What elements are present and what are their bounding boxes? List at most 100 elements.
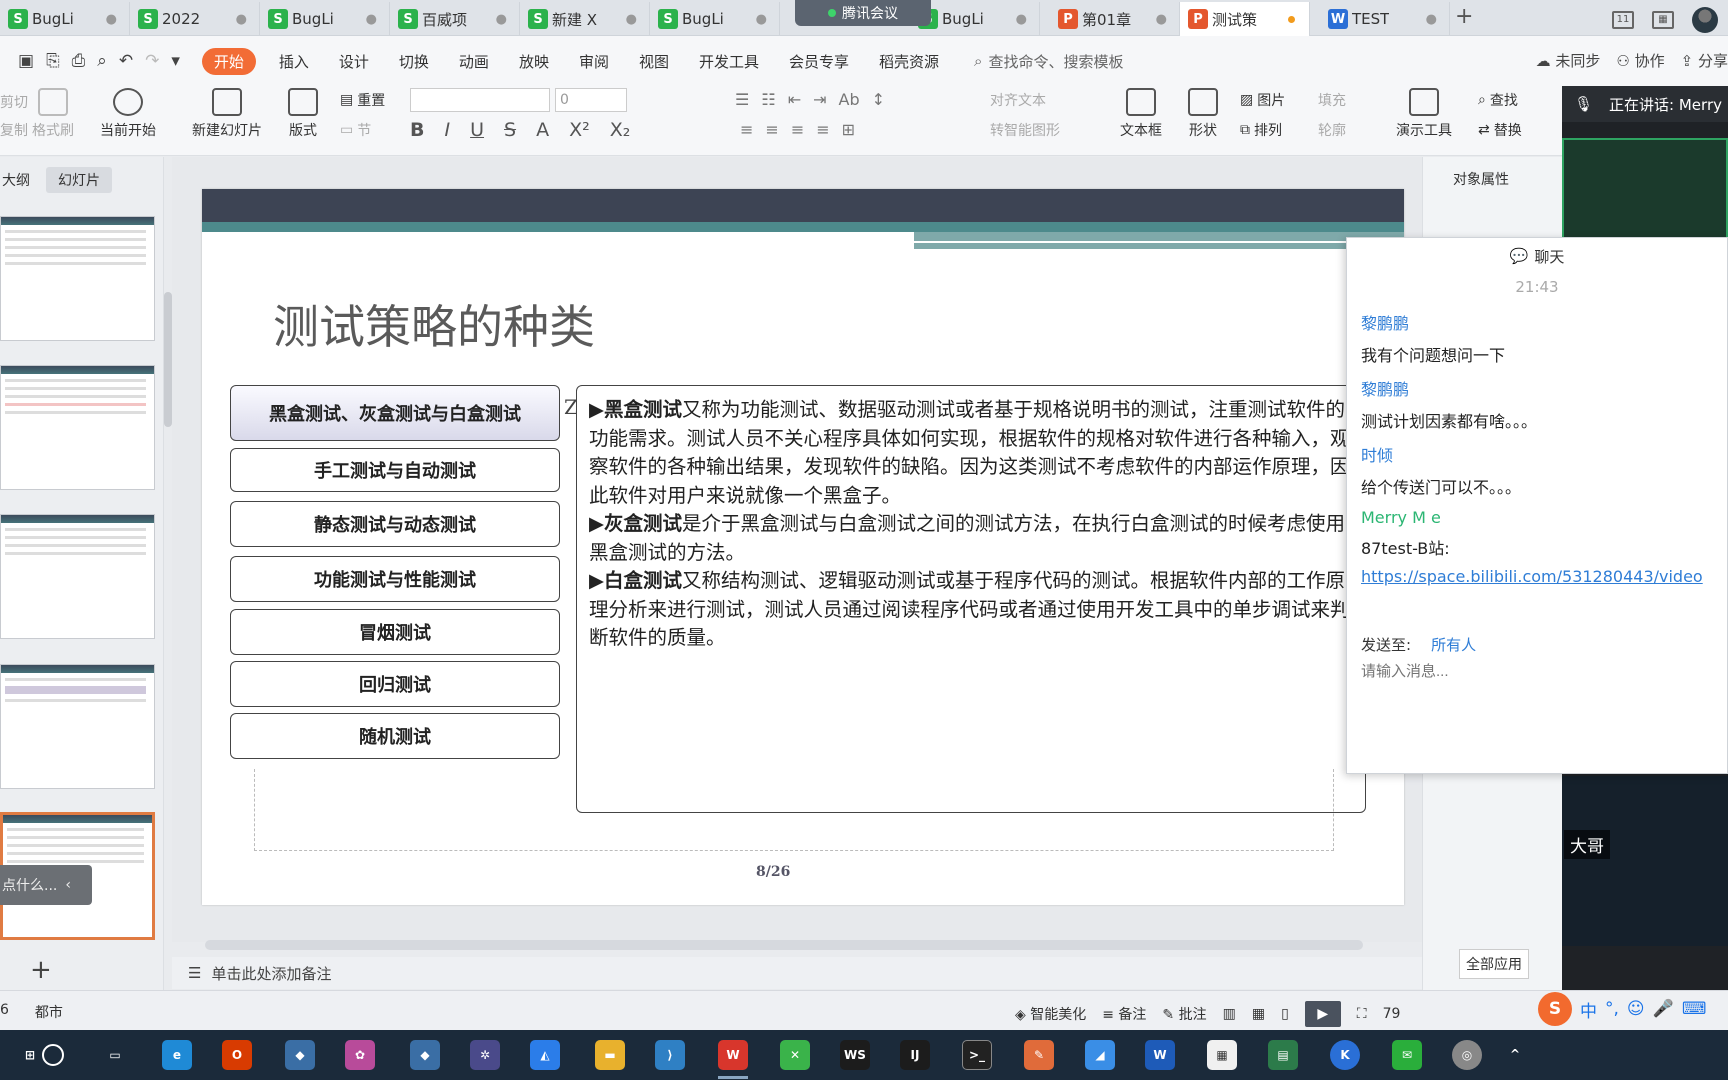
font-color-icon[interactable]: A — [536, 119, 549, 141]
video-tile[interactable] — [1562, 776, 1728, 946]
slide[interactable]: 测试策略的种类 黑盒测试、灰盒测试与白盒测试 手工测试与自动测试 静态测试与动态… — [202, 189, 1404, 905]
new-tab-button[interactable]: + — [1455, 4, 1473, 29]
document-tab[interactable]: S 百威项 ● — [390, 2, 520, 36]
wps-icon[interactable]: W — [718, 1040, 748, 1070]
slide-title[interactable]: 测试策略的种类 — [273, 291, 595, 357]
window-count-icon[interactable]: 11 — [1612, 11, 1634, 29]
document-tab[interactable]: SBugLi ● — [0, 2, 130, 36]
slide-thumbnail[interactable] — [0, 365, 155, 490]
align-right-icon[interactable]: ≡ — [791, 120, 804, 139]
paint-icon[interactable]: ✎ — [1024, 1040, 1054, 1070]
document-tab[interactable]: S 新建 X ● — [520, 2, 650, 36]
justify-icon[interactable]: ≡ — [816, 120, 829, 139]
apply-all-button[interactable]: 全部应用 — [1459, 949, 1529, 979]
feishu-icon[interactable]: ◢ — [1085, 1040, 1115, 1070]
chat-input[interactable] — [1361, 663, 1701, 680]
close-icon[interactable]: ● — [626, 12, 637, 27]
close-icon[interactable]: ● — [366, 12, 377, 27]
text-direction-icon[interactable]: Ab — [839, 90, 860, 109]
outline-button[interactable]: 轮廓 — [1318, 120, 1346, 140]
copy-button[interactable]: 复制 — [0, 120, 28, 140]
distribute-icon[interactable]: ⊞ — [842, 120, 855, 139]
align-text-button[interactable]: 对齐文本 — [990, 90, 1046, 110]
menu-review[interactable]: 审阅 — [564, 51, 624, 72]
recipient-select[interactable]: 所有人 — [1431, 636, 1476, 654]
reading-view-icon[interactable]: ▯ — [1281, 1006, 1289, 1022]
video-tile[interactable] — [1562, 138, 1728, 248]
export-pdf-icon[interactable]: ⎘ — [46, 51, 60, 71]
layout-button[interactable]: 版式 — [288, 88, 318, 140]
strikethrough-icon[interactable]: S — [504, 119, 516, 141]
terminal-icon[interactable]: >_ — [962, 1040, 992, 1070]
collaborate-button[interactable]: ⚇ 协作 — [1616, 50, 1664, 71]
menu-animation[interactable]: 动画 — [444, 51, 504, 72]
avatar[interactable] — [1692, 7, 1718, 33]
strategy-option[interactable]: 静态测试与动态测试 — [230, 501, 560, 547]
document-tab[interactable]: SBugLi ● — [260, 2, 390, 36]
notes-area[interactable]: ☰ 单击此处添加备注 — [172, 957, 1422, 989]
object-properties-title[interactable]: 对象属性 — [1453, 169, 1509, 189]
redo-icon[interactable]: ↷ — [145, 51, 159, 71]
notepad-icon[interactable]: ▤ — [1268, 1040, 1298, 1070]
bold-icon[interactable]: B — [410, 119, 424, 141]
menu-transition[interactable]: 切换 — [384, 51, 444, 72]
content-textbox[interactable]: ▶黑盒测试又称为功能测试、数据驱动测试或者基于规格说明书的测试，注重测试软件的功… — [576, 385, 1366, 813]
bullets-icon[interactable]: ☰ — [735, 90, 749, 109]
wechat-icon[interactable]: ✉ — [1392, 1040, 1422, 1070]
arrange-button[interactable]: ⧉ 排列 — [1240, 120, 1282, 140]
fill-button[interactable]: 填充 — [1318, 90, 1346, 110]
close-icon[interactable]: ● — [1016, 12, 1027, 27]
tab-outline[interactable]: 大纲 — [2, 170, 30, 190]
start-icon[interactable]: ⊞ — [15, 1040, 45, 1070]
superscript-icon[interactable]: X² — [569, 119, 590, 141]
strategy-option[interactable]: 随机测试 — [230, 713, 560, 759]
replace-button[interactable]: ⇄ 替换 — [1478, 120, 1522, 140]
file-explorer-icon[interactable]: ▬ — [595, 1040, 625, 1070]
close-icon[interactable]: ● — [106, 12, 117, 27]
section-button[interactable]: ▭ 节 — [340, 120, 371, 140]
color-app-icon[interactable]: ✿ — [345, 1040, 375, 1070]
menu-developer[interactable]: 开发工具 — [684, 51, 774, 72]
close-icon[interactable]: ● — [496, 12, 507, 27]
app-icon[interactable]: ◎ — [1452, 1040, 1482, 1070]
tab-slides[interactable]: 幻灯片 — [46, 167, 112, 193]
chevron-left-icon[interactable]: ‹ — [65, 877, 71, 893]
document-tab[interactable]: SBugLi ● — [650, 2, 780, 36]
ime-language[interactable]: 中 — [1580, 997, 1597, 1022]
notes-toggle-button[interactable]: ≡ 备注 — [1102, 1004, 1146, 1024]
undo-icon[interactable]: ↶ — [119, 51, 133, 71]
save-icon[interactable]: ▣ — [18, 51, 34, 71]
horizontal-scrollbar[interactable] — [205, 940, 1363, 950]
numbering-icon[interactable]: ☷ — [761, 90, 775, 109]
slide-thumbnail[interactable] — [0, 664, 155, 789]
office-icon[interactable]: O — [222, 1040, 252, 1070]
play-button[interactable]: ▶ — [1304, 1001, 1341, 1027]
menu-insert[interactable]: 插入 — [264, 51, 324, 72]
command-search[interactable]: ⌕ 查找命令、搜索模板 — [974, 51, 1123, 72]
close-icon[interactable]: ● — [1426, 12, 1437, 27]
presentation-tools-button[interactable]: 演示工具 — [1396, 88, 1452, 140]
print-icon[interactable]: ⎙ — [72, 51, 86, 71]
slide-thumbnail[interactable] — [0, 514, 155, 639]
share-button[interactable]: ⇪ 分享 — [1681, 50, 1728, 71]
document-tab[interactable]: P 第01章 ● — [1050, 2, 1180, 36]
bilibili-link[interactable]: https://space.bilibili.com/531280443/vid… — [1361, 567, 1703, 586]
find-button[interactable]: ⌕ 查找 — [1478, 90, 1518, 110]
box-app-icon[interactable]: ◆ — [285, 1040, 315, 1070]
indent-decrease-icon[interactable]: ⇤ — [788, 90, 801, 109]
menu-member[interactable]: 会员专享 — [774, 51, 864, 72]
word-icon[interactable]: W — [1145, 1040, 1175, 1070]
indent-increase-icon[interactable]: ⇥ — [813, 90, 826, 109]
document-tab[interactable]: P 测试策 — [1180, 2, 1310, 36]
menu-view[interactable]: 视图 — [624, 51, 684, 72]
strategy-option[interactable]: 功能测试与性能测试 — [230, 556, 560, 602]
smart-beautify-button[interactable]: ◈ 智能美化 — [1015, 1004, 1086, 1024]
close-icon[interactable]: ● — [236, 12, 247, 27]
voice-input-icon[interactable]: 🎤 — [1653, 999, 1674, 1019]
grid-view-icon[interactable]: ▦ — [1652, 11, 1674, 29]
subscript-icon[interactable]: X₂ — [610, 119, 631, 141]
search-icon[interactable] — [42, 1044, 64, 1066]
vscode-icon[interactable]: ⟩ — [655, 1040, 685, 1070]
webstorm-icon[interactable]: WS — [840, 1040, 870, 1070]
textbox-button[interactable]: 文本框 — [1120, 88, 1162, 140]
